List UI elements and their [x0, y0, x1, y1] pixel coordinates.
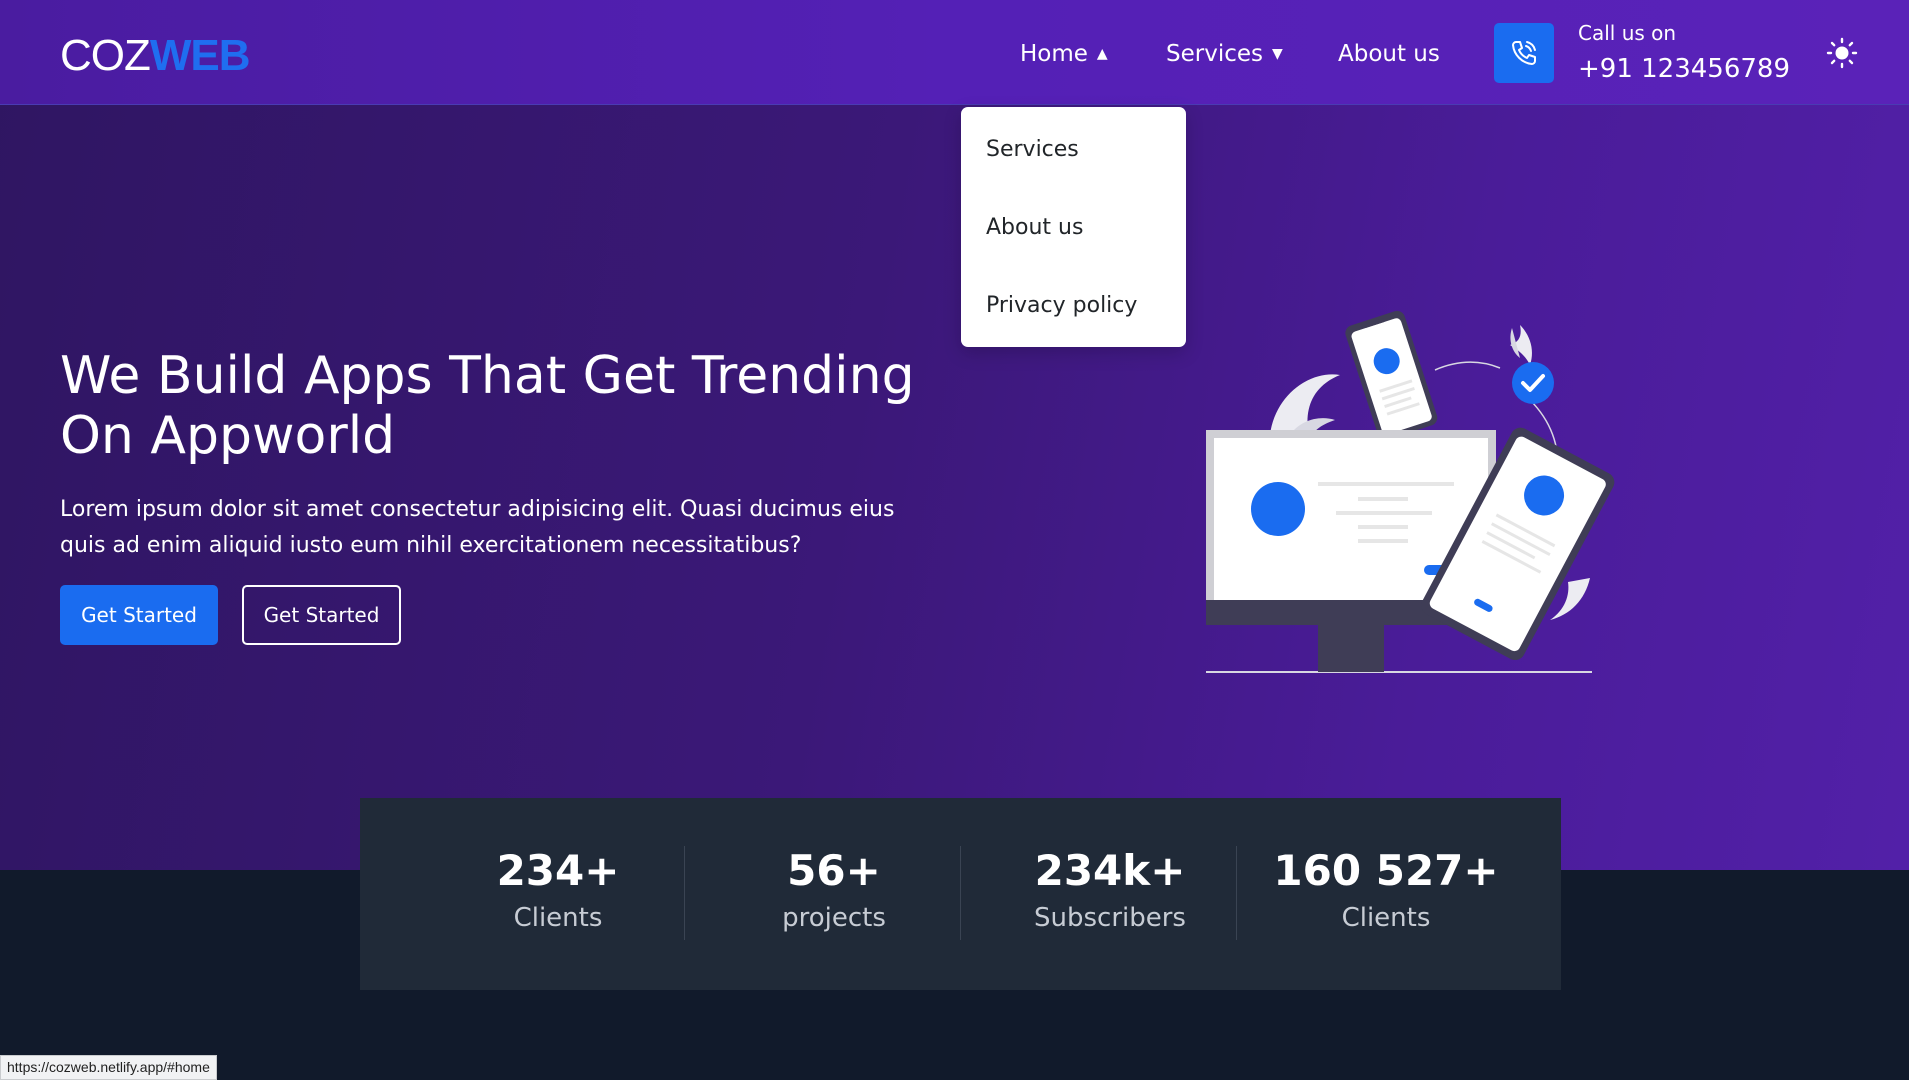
nav-about[interactable]: About us	[1338, 38, 1440, 70]
stat-label: Clients	[1341, 903, 1431, 933]
stats-panel: 234+ Clients 56+ projects 234k+ Subscrib…	[360, 798, 1561, 990]
stat-divider	[960, 846, 961, 940]
brand-logo-part1: COZ	[60, 31, 151, 80]
stat-value: 160 527+	[1273, 846, 1499, 895]
stat-label: projects	[782, 903, 886, 933]
stat-label: Subscribers	[1034, 903, 1186, 933]
navbar: COZWEB Home ▲ Services ▼ About us Call u…	[0, 0, 1909, 105]
stat-value: 234+	[496, 846, 620, 895]
call-number[interactable]: +91 123456789	[1578, 52, 1790, 86]
stat-label: Clients	[513, 903, 603, 933]
stat-item: 56+ projects	[696, 798, 972, 990]
dropdown-item-about[interactable]: About us	[986, 213, 1083, 243]
brand-logo[interactable]: COZWEB	[60, 30, 251, 82]
nav-about-label: About us	[1338, 41, 1440, 67]
sun-icon[interactable]	[1826, 37, 1858, 69]
home-dropdown-menu: Services About us Privacy policy	[961, 107, 1186, 347]
stat-divider	[1236, 846, 1237, 940]
stat-item: 234+ Clients	[420, 798, 696, 990]
call-label: Call us on	[1578, 21, 1677, 45]
status-bar-url: https://cozweb.netlify.app/#home	[0, 1055, 217, 1080]
hero-title: We Build Apps That Get Trending On Appwo…	[60, 346, 915, 466]
hero-illustration	[1190, 310, 1650, 680]
hero-description: Lorem ipsum dolor sit amet consectetur a…	[60, 497, 895, 558]
dropdown-item-services[interactable]: Services	[986, 135, 1079, 165]
stat-divider	[684, 846, 685, 940]
nav-services-label: Services	[1166, 41, 1263, 67]
nav-home[interactable]: Home ▲	[1020, 38, 1108, 70]
nav-services[interactable]: Services ▼	[1166, 38, 1283, 70]
get-started-button[interactable]: Get Started	[60, 585, 218, 645]
get-started-outline-button[interactable]: Get Started	[242, 585, 401, 645]
caret-down-icon: ▼	[1272, 46, 1283, 62]
stat-item: 160 527+ Clients	[1248, 798, 1524, 990]
phone-call-icon[interactable]	[1494, 23, 1554, 83]
dropdown-item-privacy[interactable]: Privacy policy	[986, 291, 1137, 321]
nav-home-label: Home	[1020, 41, 1088, 67]
stat-item: 234k+ Subscribers	[972, 798, 1248, 990]
stat-value: 56+	[787, 846, 881, 895]
caret-up-icon: ▲	[1096, 46, 1108, 62]
stat-value: 234k+	[1034, 846, 1186, 895]
brand-logo-part2: WEB	[149, 31, 251, 80]
